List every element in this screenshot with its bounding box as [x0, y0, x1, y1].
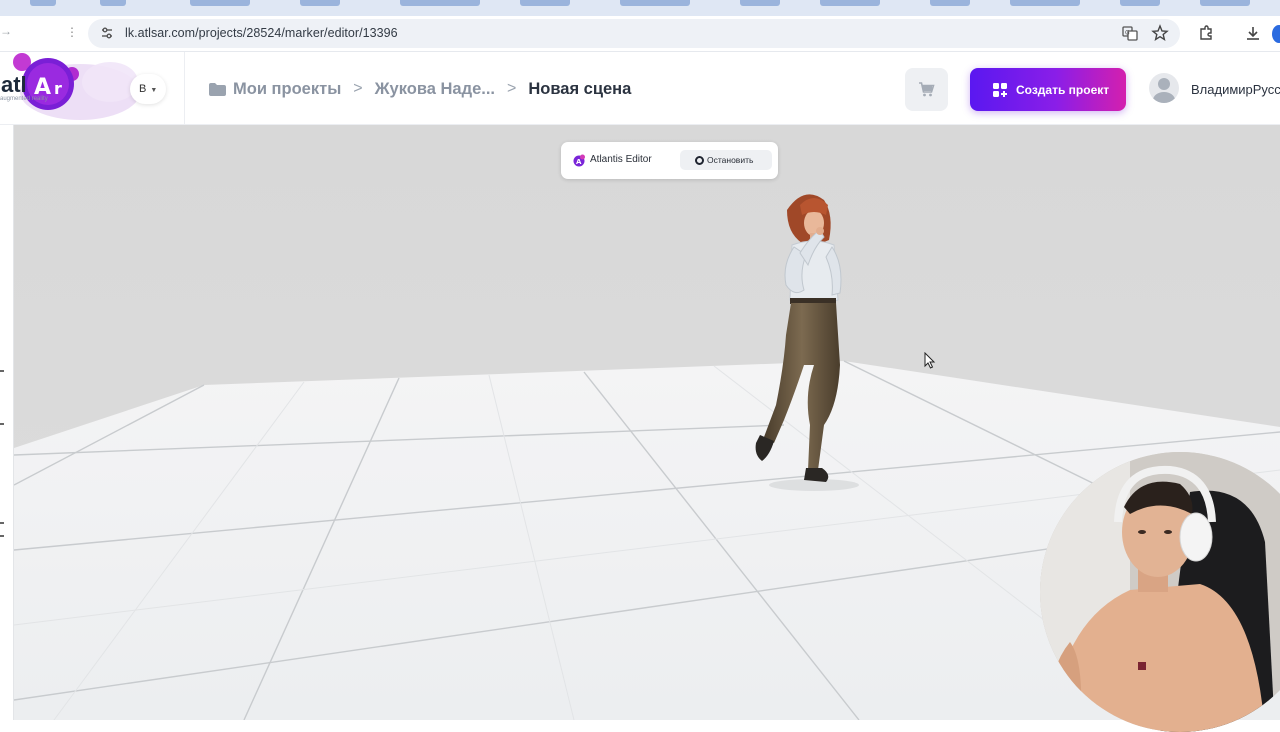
browser-address-bar: ⋮ lk.atlsar.com/projects/28524/marker/ed…	[0, 16, 1280, 52]
browser-tab[interactable]	[1200, 0, 1250, 6]
atlantis-logo-icon: A	[573, 154, 585, 167]
breadcrumb-my-projects[interactable]: Мои проекты	[233, 80, 341, 99]
browser-tab-strip	[0, 0, 1280, 16]
sidebar-item[interactable]	[0, 370, 4, 372]
browser-tab[interactable]	[100, 0, 126, 6]
stop-label: Остановить	[707, 155, 754, 165]
browser-tab[interactable]	[930, 0, 970, 6]
chevron-down-icon: ▼	[150, 87, 158, 94]
sidebar-header: A r atl augmented reality B ▼	[0, 52, 185, 125]
browser-tab[interactable]	[30, 0, 56, 6]
chevron-right-icon: >	[353, 80, 363, 97]
bookmark-star-icon[interactable]	[1151, 24, 1169, 42]
browser-tab[interactable]	[620, 0, 690, 6]
stop-button[interactable]: Остановить	[680, 150, 772, 170]
logo-text: atl	[1, 72, 27, 97]
browser-tab[interactable]	[1120, 0, 1160, 6]
app-header: A r atl augmented reality B ▼ Мои проект…	[0, 52, 1280, 125]
user-name[interactable]: ВладимирРусс	[1191, 82, 1280, 97]
language-select[interactable]: B ▼	[130, 74, 166, 104]
user-icon	[1153, 78, 1175, 103]
mouse-cursor-icon	[924, 352, 936, 369]
browser-tab[interactable]	[400, 0, 480, 6]
browser-tab[interactable]	[300, 0, 340, 6]
left-sidebar	[0, 125, 14, 720]
url-field[interactable]: lk.atlsar.com/projects/28524/marker/edit…	[88, 19, 1180, 48]
browser-tab[interactable]	[190, 0, 250, 6]
browser-tab[interactable]	[520, 0, 570, 6]
cart-button[interactable]	[905, 68, 948, 111]
create-project-label: Создать проект	[1016, 82, 1110, 97]
sidebar-item[interactable]	[0, 535, 4, 537]
svg-text:A: A	[576, 158, 582, 166]
download-icon[interactable]	[1244, 24, 1262, 42]
stop-icon	[695, 155, 704, 165]
folder-icon	[209, 82, 226, 96]
breadcrumb: Мои проекты > Жукова Наде... > Новая сце…	[208, 78, 631, 100]
browser-tab[interactable]	[740, 0, 780, 6]
add-grid-icon	[993, 82, 1007, 97]
create-project-button[interactable]: Создать проект	[970, 68, 1126, 111]
sidebar-item[interactable]	[0, 423, 4, 425]
breadcrumb-current-scene: Новая сцена	[528, 79, 632, 98]
profile-icon[interactable]	[1272, 25, 1280, 43]
svg-text:G: G	[1125, 30, 1130, 37]
extensions-icon[interactable]	[1197, 24, 1215, 42]
chevron-right-icon: >	[507, 80, 517, 97]
browser-tab[interactable]	[1010, 0, 1080, 6]
svg-text:r: r	[54, 79, 62, 98]
sidebar-item[interactable]	[0, 522, 4, 524]
logo-tagline: augmented reality	[0, 96, 48, 102]
browser-tab[interactable]	[820, 0, 880, 6]
language-value: B	[139, 83, 147, 95]
editor-title: Atlantis Editor	[590, 154, 652, 165]
translate-icon[interactable]: G	[1121, 24, 1139, 42]
url-text: lk.atlsar.com/projects/28524/marker/edit…	[125, 26, 398, 40]
avatar[interactable]	[1149, 73, 1179, 103]
editor-toolbar: A Atlantis Editor Остановить	[561, 142, 778, 179]
cart-icon	[919, 82, 935, 97]
breadcrumb-project[interactable]: Жукова Наде...	[375, 80, 495, 99]
